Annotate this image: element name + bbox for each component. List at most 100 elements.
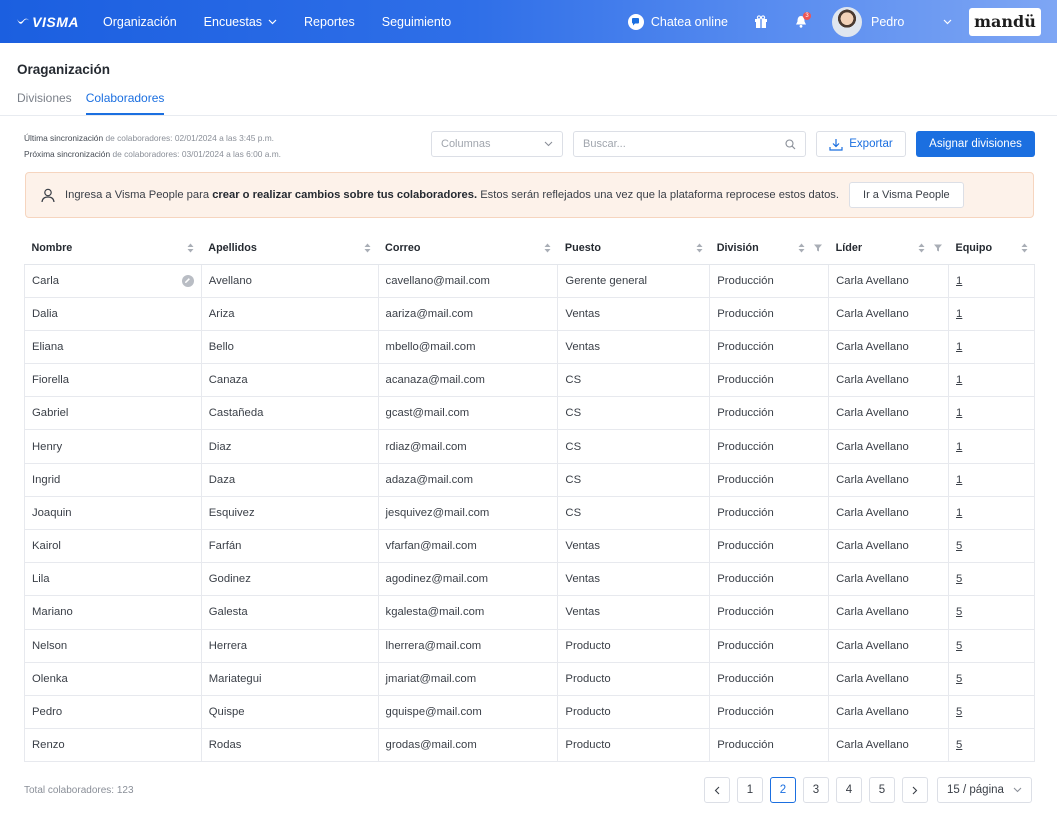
table-row[interactable]: Nelson Herrera lherrera@mail.com Producto Pr…	[24, 629, 1035, 663]
table-row[interactable]: Eliana Bello mbello@mail.com Ventas Producci…	[24, 330, 1035, 365]
page-button[interactable]: 1	[737, 777, 763, 803]
column-header[interactable]: Apellidos	[201, 233, 379, 265]
table-row[interactable]: Fiorella Canaza acanaza@mail.com CS Producci…	[24, 363, 1035, 398]
table-cell: Daza	[201, 463, 379, 497]
sort-icon[interactable]	[187, 243, 194, 253]
sort-icon[interactable]	[544, 243, 551, 253]
nav-reportes[interactable]: Reportes	[304, 15, 355, 29]
page-button[interactable]: 2	[770, 777, 796, 803]
table-cell: Ventas	[557, 330, 711, 365]
cell-text: vfarfan@mail.com	[385, 540, 477, 553]
table-cell: Nelson	[24, 629, 202, 663]
sort-icon[interactable]	[798, 243, 805, 253]
cell-text: Carla Avellano	[836, 606, 909, 619]
cell-text: Carla Avellano	[836, 573, 909, 586]
table-cell: Pedro	[24, 695, 202, 730]
edit-icon[interactable]	[181, 274, 194, 287]
team-link[interactable]: 1	[956, 275, 962, 287]
page-button[interactable]: 3	[803, 777, 829, 803]
chat-online-button[interactable]: Chatea online	[627, 13, 728, 30]
table-row[interactable]: Gabriel Castañeda gcast@mail.com CS Producci…	[24, 396, 1035, 431]
column-header[interactable]: División	[709, 233, 829, 265]
columns-select[interactable]: Columnas	[431, 131, 563, 157]
page-size-select[interactable]: 15 / página	[937, 777, 1032, 803]
next-sync-label: Próxima sincronización	[24, 149, 111, 159]
table-row[interactable]: Pedro Quispe gquispe@mail.com Producto Produ…	[24, 695, 1035, 730]
team-link[interactable]: 1	[956, 507, 962, 519]
table-cell: Producción	[709, 629, 830, 663]
table-cell: lherrera@mail.com	[378, 629, 559, 663]
gift-button[interactable]	[752, 13, 770, 31]
sort-icon[interactable]	[918, 243, 925, 253]
nav-seguimiento[interactable]: Seguimiento	[382, 15, 452, 29]
table-cell: 1	[948, 263, 1035, 298]
table-cell: Renzo	[24, 728, 202, 763]
table-row[interactable]: Dalia Ariza aariza@mail.com Ventas Producció…	[24, 297, 1035, 331]
search-icon[interactable]	[785, 138, 796, 150]
cell-text: Producción	[717, 340, 774, 353]
table-row[interactable]: Ingrid Daza adaza@mail.com CS Producción Carl…	[24, 463, 1035, 497]
page-button[interactable]: 5	[869, 777, 895, 803]
table-cell: kgalesta@mail.com	[378, 595, 559, 630]
sync-info: Última sincronización de colaboradores: …	[24, 130, 281, 162]
visma-logo[interactable]: VISMA	[17, 12, 79, 32]
column-header[interactable]: Líder	[828, 233, 949, 265]
table-row[interactable]: Joaquin Esquivez jesquivez@mail.com CS Produ…	[24, 496, 1035, 531]
table-cell: Producto	[557, 662, 711, 696]
team-link[interactable]: 1	[956, 308, 962, 320]
table-cell: Producción	[709, 562, 830, 597]
team-link[interactable]: 5	[956, 573, 962, 585]
team-link[interactable]: 5	[956, 540, 962, 552]
search-input[interactable]	[583, 138, 785, 150]
column-header[interactable]: Correo	[378, 233, 558, 265]
team-link[interactable]: 5	[956, 640, 962, 652]
alert-text-before: Ingresa a Visma People para	[65, 189, 210, 201]
team-link[interactable]: 5	[956, 739, 962, 751]
table-row[interactable]: Renzo Rodas grodas@mail.com Producto Producc…	[24, 728, 1035, 763]
assign-divisions-button[interactable]: Asignar divisiones	[916, 131, 1035, 157]
column-header[interactable]: Equipo	[948, 233, 1035, 265]
team-link[interactable]: 5	[956, 673, 962, 685]
filter-icon[interactable]	[813, 244, 822, 252]
sort-icon[interactable]	[696, 243, 703, 253]
table-row[interactable]: Kairol Farfán vfarfan@mail.com Ventas Produc…	[24, 529, 1035, 564]
team-link[interactable]: 1	[956, 441, 962, 453]
cell-text: Ingrid	[32, 473, 61, 486]
user-name[interactable]: Pedro	[871, 15, 943, 29]
team-link[interactable]: 1	[956, 474, 962, 486]
notifications-button[interactable]: 3	[792, 11, 811, 31]
team-link[interactable]: 1	[956, 341, 962, 353]
filter-icon[interactable]	[933, 244, 942, 252]
prev-page-button[interactable]	[704, 777, 730, 803]
team-link[interactable]: 5	[956, 606, 962, 618]
sort-icon[interactable]	[1021, 243, 1028, 253]
export-button[interactable]: Exportar	[816, 131, 906, 157]
table-row[interactable]: Carla Avellano cavellano@mail.com Gerente g…	[24, 263, 1035, 298]
cell-text: Carla Avellano	[836, 706, 909, 719]
nav-encuestas[interactable]: Encuestas	[204, 15, 277, 29]
team-link[interactable]: 1	[956, 374, 962, 386]
table-row[interactable]: Lila Godinez agodinez@mail.com Ventas Produc…	[24, 562, 1035, 597]
avatar[interactable]	[832, 6, 862, 37]
visma-people-alert: Ingresa a Visma People para crear o real…	[25, 172, 1034, 218]
go-visma-people-button[interactable]: Ir a Visma People	[849, 182, 964, 208]
tab-colaboradores[interactable]: Colaboradores	[85, 91, 165, 115]
column-header[interactable]: Nombre	[24, 233, 202, 265]
sort-icon[interactable]	[364, 243, 371, 253]
table-row[interactable]: Mariano Galesta kgalesta@mail.com Ventas Pro…	[24, 595, 1035, 630]
cell-text: Producción	[717, 573, 774, 586]
cell-text: Dalia	[32, 307, 58, 320]
next-page-button[interactable]	[902, 777, 928, 803]
team-link[interactable]: 1	[956, 407, 962, 419]
chevron-down-icon[interactable]	[943, 19, 952, 25]
team-link[interactable]: 5	[956, 706, 962, 718]
table-cell: Producción	[709, 429, 830, 464]
table-row[interactable]: Olenka Mariategui jmariat@mail.com Producto…	[24, 662, 1035, 696]
nav-organizacion[interactable]: Organización	[103, 15, 177, 29]
tab-divisiones[interactable]: Divisiones	[17, 91, 72, 115]
page-button[interactable]: 4	[836, 777, 862, 803]
column-header[interactable]: Puesto	[557, 233, 710, 265]
table-row[interactable]: Henry Diaz rdiaz@mail.com CS Producción Carla…	[24, 429, 1035, 464]
cell-text: Canaza	[208, 374, 248, 387]
cell-text: CS	[565, 473, 582, 486]
